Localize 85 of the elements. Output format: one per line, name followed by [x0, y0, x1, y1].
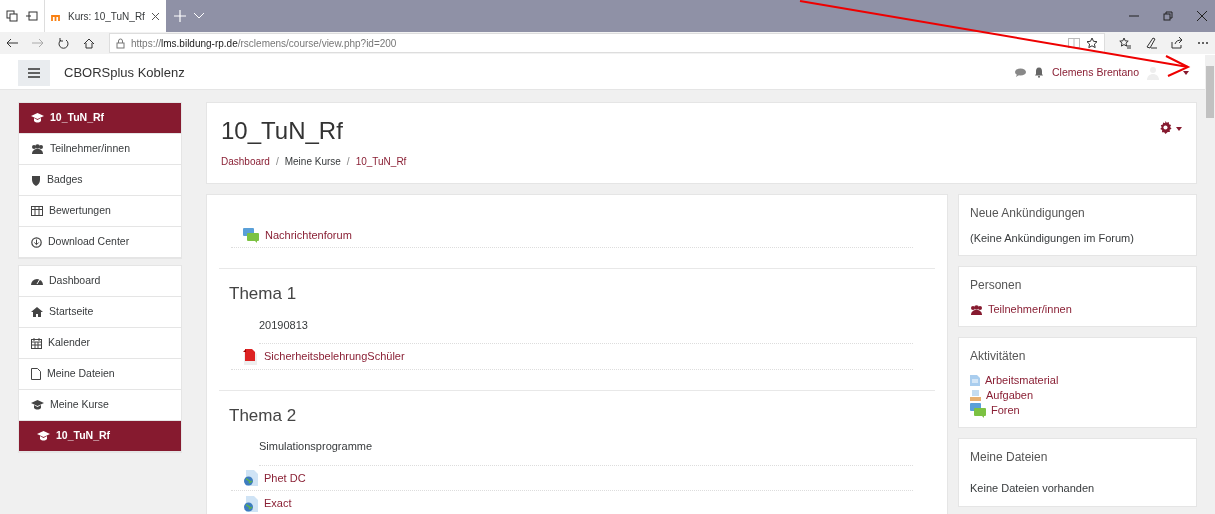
home-icon[interactable]	[83, 37, 95, 49]
breadcrumb-item[interactable]: 10_TuN_Rf	[355, 153, 407, 169]
browser-tab[interactable]: Kurs: 10_TuN_Rf	[44, 0, 166, 32]
activity-link[interactable]: Nachrichtenforum	[265, 226, 352, 244]
url-text: https://lms.bildung-rp.de/rsclemens/course/view.php?id=200	[131, 36, 398, 51]
sidebar-item[interactable]: Badges	[19, 165, 181, 196]
sidebar-item[interactable]: 10_TuN_Rf	[19, 421, 181, 452]
lock-icon	[116, 37, 125, 49]
globe-document-icon	[243, 470, 258, 487]
pdf-document-icon	[243, 348, 258, 365]
sidebar-item[interactable]: Meine Dateien	[19, 359, 181, 390]
section-summary: Simulationsprogramme	[258, 439, 374, 455]
scrollbar-thumb[interactable]	[1206, 66, 1214, 118]
menu-icon	[28, 67, 40, 78]
sidebar-item[interactable]: Dashboard	[19, 266, 181, 297]
activity-link[interactable]: SicherheitsbelehrungSchüler	[264, 348, 405, 365]
chat-bubbles-icon	[243, 227, 259, 243]
section-title: Thema 2	[229, 404, 298, 427]
menu-button[interactable]	[18, 59, 50, 86]
activity-link[interactable]: Exact	[264, 495, 292, 512]
section-summary: 20190813	[258, 317, 309, 333]
block-title: Meine Dateien	[970, 449, 1049, 467]
tab-preview-icon[interactable]	[26, 10, 38, 22]
gear-icon	[1159, 121, 1172, 134]
close-icon[interactable]	[1197, 11, 1207, 21]
pen-icon[interactable]	[1145, 37, 1157, 49]
bell-icon[interactable]	[1034, 67, 1045, 78]
shield-icon	[31, 174, 41, 186]
activity-link[interactable]: Phet DC	[264, 469, 306, 487]
address-field[interactable]: https://lms.bildung-rp.de/rsclemens/course/view.php?id=200	[109, 33, 1105, 53]
people-icon	[970, 304, 983, 315]
block-text: Keine Dateien vorhanden	[970, 481, 1096, 497]
sidebar-item[interactable]: Teilnehmer/innen	[19, 134, 181, 165]
close-icon[interactable]	[151, 11, 160, 21]
file-icon	[31, 368, 41, 380]
block-link[interactable]: Teilnehmer/innen	[988, 302, 1072, 318]
dashboard-icon	[31, 276, 43, 286]
graduation-cap-icon	[31, 400, 44, 410]
block-link[interactable]: Arbeitsmaterial	[985, 373, 1059, 389]
avatar-icon	[1147, 65, 1159, 80]
tab-title: Kurs: 10_TuN_Rf	[68, 9, 145, 24]
site-name[interactable]: CBORSplus Koblenz	[64, 62, 185, 83]
caret-icon	[1176, 127, 1182, 131]
sidebar-item[interactable]: Kalender	[19, 328, 181, 359]
table-icon	[31, 206, 43, 216]
breadcrumb-separator: /	[275, 154, 279, 169]
block-link[interactable]: Foren	[991, 403, 1020, 419]
document-icon	[970, 375, 980, 387]
refresh-icon[interactable]	[58, 37, 69, 49]
block-title: Personen	[970, 277, 1023, 295]
sidebar-item[interactable]: Bewertungen	[19, 196, 181, 227]
assignment-icon	[970, 390, 981, 402]
reading-view-icon[interactable]	[1068, 38, 1080, 48]
download-icon	[31, 236, 42, 248]
breadcrumb-separator: /	[346, 154, 350, 169]
sidebar-item[interactable]: Startseite	[19, 297, 181, 328]
block-title: Aktivitäten	[970, 348, 1027, 366]
tab-set-aside-icon[interactable]	[6, 10, 18, 22]
people-icon	[31, 144, 44, 154]
home-icon	[31, 307, 43, 317]
sidebar-item[interactable]: 10_TuN_Rf	[19, 103, 181, 134]
globe-document-icon	[243, 495, 258, 512]
restore-icon[interactable]	[1163, 11, 1173, 21]
breadcrumb-item: Meine Kurse	[284, 154, 341, 169]
chat-bubble-icon[interactable]	[1015, 68, 1027, 77]
breadcrumb-item[interactable]: Dashboard	[221, 153, 270, 169]
user-name[interactable]: Clemens Brentano	[1052, 64, 1139, 81]
graduation-cap-icon	[37, 431, 50, 441]
new-tab-icon[interactable]	[174, 10, 186, 22]
course-title: 10_TuN_Rf	[221, 117, 344, 146]
share-icon[interactable]	[1171, 37, 1183, 49]
chevron-down-icon[interactable]	[194, 13, 204, 19]
sidebar-item[interactable]: Download Center	[19, 227, 181, 258]
caret-icon[interactable]	[1183, 70, 1189, 75]
block-title: Neue Ankündigungen	[970, 204, 1086, 222]
block-text: (Keine Ankündigungen im Forum)	[970, 230, 1135, 246]
chat-bubbles-icon	[970, 403, 986, 419]
star-icon[interactable]	[1086, 37, 1098, 49]
more-icon[interactable]	[1197, 41, 1209, 45]
calendar-icon	[31, 337, 42, 349]
section-title: Thema 1	[229, 283, 298, 306]
block-link[interactable]: Aufgaben	[986, 388, 1034, 404]
graduation-cap-icon	[31, 113, 44, 123]
back-arrow-icon[interactable]	[6, 38, 18, 48]
favorites-icon[interactable]	[1119, 37, 1131, 49]
